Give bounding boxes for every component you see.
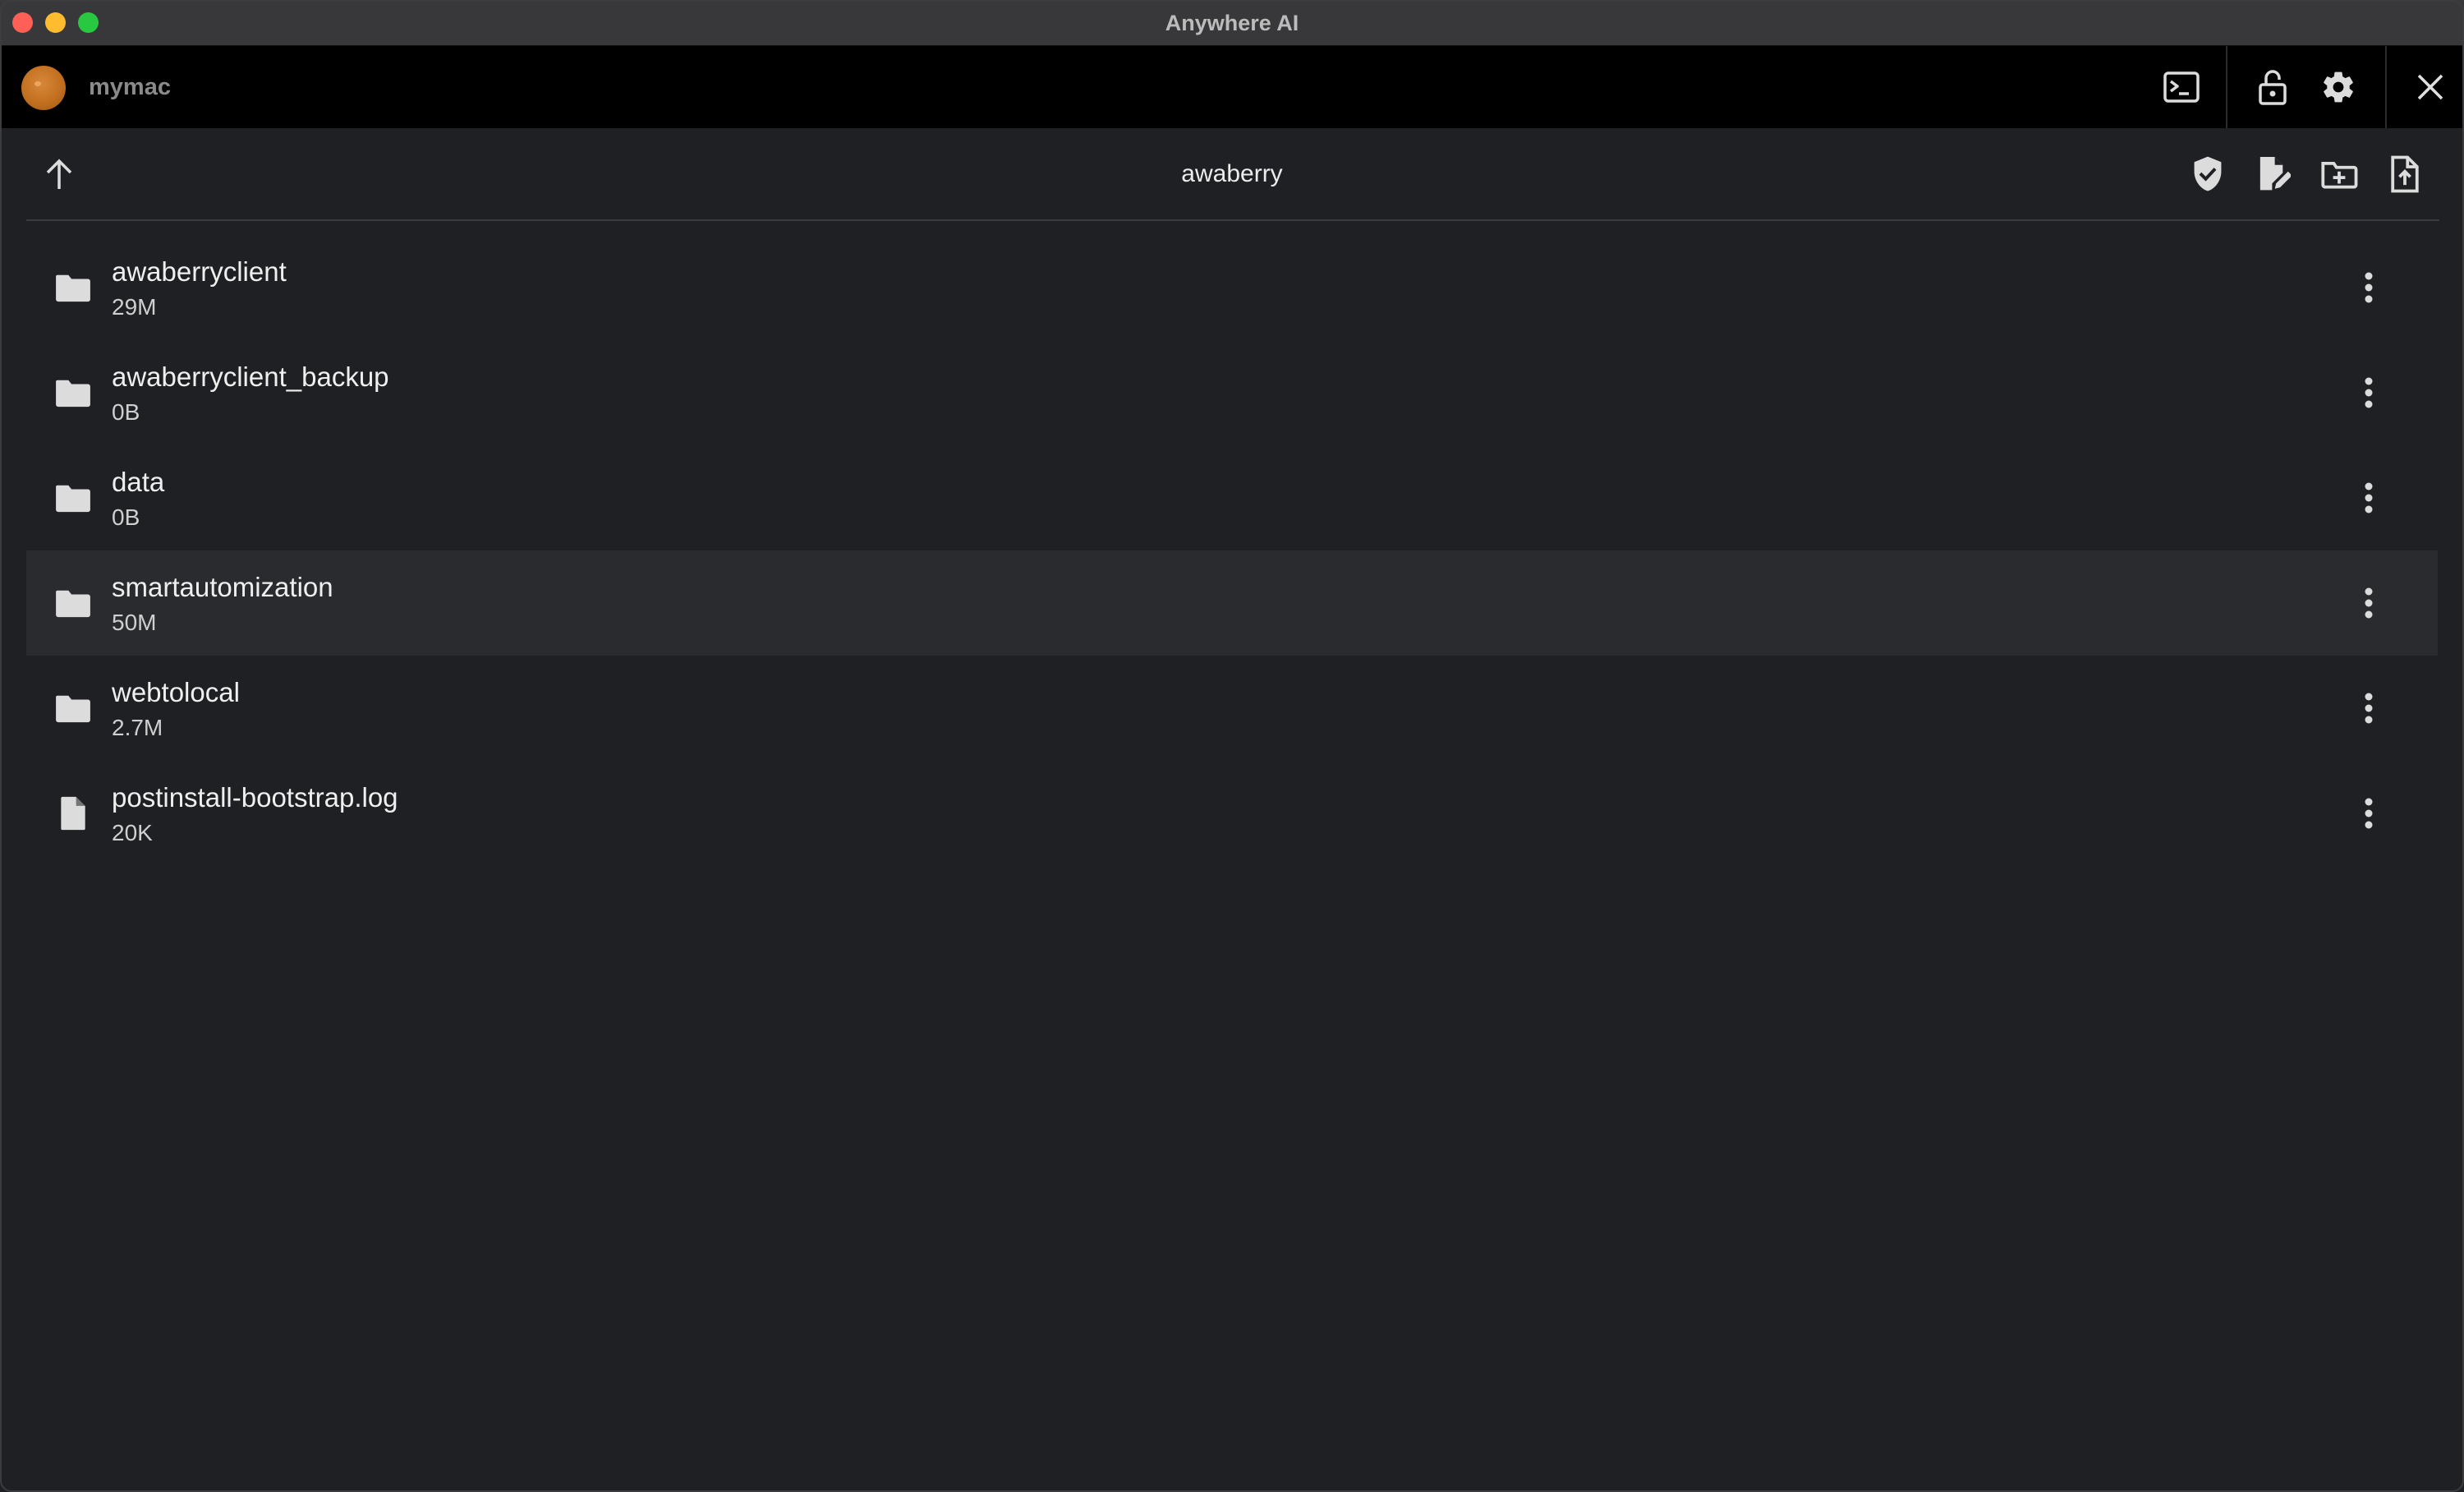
window-title: Anywhere AI xyxy=(1165,11,1299,35)
file-upload-icon xyxy=(2391,155,2419,193)
more-options-button[interactable] xyxy=(2347,266,2390,309)
file-row[interactable]: postinstall-bootstrap.log 20K xyxy=(26,761,2438,866)
header-divider xyxy=(2226,46,2227,128)
more-vertical-icon xyxy=(2365,693,2373,724)
more-options-button[interactable] xyxy=(2347,582,2390,624)
file-icon xyxy=(51,791,95,836)
app-header: mymac xyxy=(0,46,2464,128)
folder-icon xyxy=(51,686,95,730)
file-size: 20K xyxy=(112,820,153,845)
close-button[interactable] xyxy=(2411,67,2450,107)
upload-button[interactable] xyxy=(2384,153,2426,196)
shield-check-icon xyxy=(2194,156,2222,191)
more-options-button[interactable] xyxy=(2347,477,2390,519)
file-edit-icon xyxy=(2259,157,2291,191)
more-vertical-icon xyxy=(2365,482,2373,513)
header-divider xyxy=(2385,46,2387,128)
folder-icon xyxy=(51,371,95,415)
folder-icon xyxy=(51,476,95,520)
lock-open-icon xyxy=(2259,70,2287,105)
new-folder-button[interactable] xyxy=(2318,153,2361,196)
file-size: 29M xyxy=(112,294,157,320)
file-name: awaberryclient_backup xyxy=(112,361,389,392)
folder-icon xyxy=(51,581,95,625)
gear-icon xyxy=(2324,71,2353,103)
terminal-button[interactable] xyxy=(2162,67,2201,107)
file-row[interactable]: awaberryclient 29M xyxy=(26,235,2438,340)
more-options-button[interactable] xyxy=(2347,792,2390,835)
file-row[interactable]: data 0B xyxy=(26,445,2438,550)
current-folder-title: awaberry xyxy=(1181,160,1283,187)
more-options-button[interactable] xyxy=(2347,687,2390,730)
more-vertical-icon xyxy=(2365,587,2373,619)
file-size: 2.7M xyxy=(112,715,163,740)
close-icon xyxy=(2417,74,2443,100)
file-size: 50M xyxy=(112,610,157,635)
settings-button[interactable] xyxy=(2319,67,2358,107)
file-name: webtolocal xyxy=(112,677,240,707)
file-name: postinstall-bootstrap.log xyxy=(112,782,398,813)
more-vertical-icon xyxy=(2365,272,2373,303)
file-row[interactable]: smartautomization 50M xyxy=(26,550,2438,656)
window-titlebar: Anywhere AI xyxy=(0,0,2464,46)
avatar[interactable] xyxy=(21,66,66,110)
host-name: mymac xyxy=(89,74,171,100)
new-file-button[interactable] xyxy=(2252,153,2295,196)
more-vertical-icon xyxy=(2365,798,2373,829)
more-vertical-icon xyxy=(2365,377,2373,408)
terminal-icon xyxy=(2163,71,2200,103)
file-row[interactable]: webtolocal 2.7M xyxy=(26,656,2438,761)
file-list: awaberryclient 29M awaberryclient_backup… xyxy=(26,235,2438,866)
file-name: data xyxy=(112,467,165,497)
file-row[interactable]: awaberryclient_backup 0B xyxy=(26,340,2438,445)
file-name: awaberryclient xyxy=(112,256,287,287)
folder-icon xyxy=(51,265,95,310)
lock-button[interactable] xyxy=(2253,67,2292,107)
folder-plus-icon xyxy=(2321,161,2358,189)
toolbar-divider xyxy=(26,219,2439,221)
file-size: 0B xyxy=(112,504,140,530)
toolbar: awaberry xyxy=(0,128,2464,220)
file-name: smartautomization xyxy=(112,572,333,602)
file-size: 0B xyxy=(112,399,140,425)
permissions-button[interactable] xyxy=(2186,153,2229,196)
more-options-button[interactable] xyxy=(2347,371,2390,414)
